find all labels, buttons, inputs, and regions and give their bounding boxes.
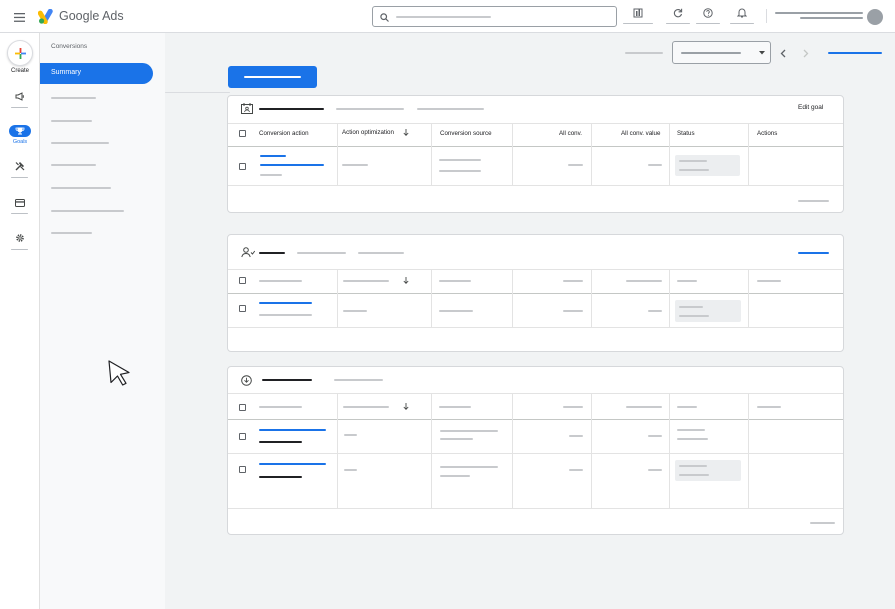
status-badge <box>675 300 741 322</box>
goal-card-purchases: Edit goal Conversion action Action optim… <box>227 95 844 213</box>
chevron-left-icon[interactable] <box>777 47 789 59</box>
avatar-icon[interactable] <box>867 9 883 25</box>
row-checkbox[interactable] <box>239 433 246 440</box>
col-actions[interactable]: Actions <box>757 130 777 137</box>
chevron-right-icon[interactable] <box>800 47 812 59</box>
col-status[interactable]: Status <box>677 130 695 137</box>
conversion-action-link[interactable] <box>259 302 312 304</box>
pagination <box>810 522 835 524</box>
col-conversion-source[interactable]: Conversion source <box>440 130 492 137</box>
chevron-down-icon <box>759 51 765 55</box>
status-badge <box>675 460 741 481</box>
contacts-icon <box>241 247 255 258</box>
select-all-checkbox[interactable] <box>239 130 246 137</box>
nav-item-summary-label: Summary <box>51 69 81 76</box>
pagination <box>798 200 829 202</box>
goal-card-link[interactable] <box>798 252 829 254</box>
search-icon <box>379 12 389 22</box>
conversion-action-link[interactable] <box>259 463 326 465</box>
arrow-down-icon[interactable] <box>403 277 409 284</box>
tools-icon[interactable] <box>13 160 26 172</box>
goal-card-downloads <box>227 366 844 535</box>
mouse-pointer-icon <box>108 360 130 386</box>
plus-icon <box>15 48 26 59</box>
megaphone-icon[interactable] <box>13 91 26 102</box>
arrow-down-icon[interactable] <box>403 403 409 410</box>
search-box[interactable] <box>372 6 617 27</box>
row-checkbox[interactable] <box>239 466 246 473</box>
nav-item[interactable] <box>51 164 96 166</box>
col-all-conv-value[interactable]: All conv. value <box>621 130 660 137</box>
create-label: Create <box>10 68 29 74</box>
reports-icon[interactable] <box>631 6 645 19</box>
create-button[interactable] <box>7 40 33 66</box>
new-conversion-action-button[interactable] <box>228 66 317 88</box>
col-conversion-action[interactable]: Conversion action <box>259 130 309 137</box>
brand-name: Google Ads <box>59 9 124 23</box>
nav-section-label: Conversions <box>51 43 88 50</box>
row-checkbox[interactable] <box>239 305 246 312</box>
goal-card-leads <box>227 234 844 352</box>
nav-item[interactable] <box>51 120 92 122</box>
account-name <box>775 12 863 14</box>
menu-icon[interactable] <box>12 11 26 23</box>
billing-card-icon[interactable] <box>13 197 26 208</box>
toolbar-link[interactable] <box>828 52 882 54</box>
trophy-icon <box>15 127 25 135</box>
arrow-down-icon[interactable] <box>403 129 409 136</box>
refresh-icon[interactable] <box>671 6 685 19</box>
top-bar: Google Ads <box>0 0 895 33</box>
search-placeholder <box>396 16 491 18</box>
goals-nav-item[interactable] <box>9 125 31 137</box>
status-badge <box>675 155 740 176</box>
conversion-action-link[interactable] <box>260 155 286 157</box>
nav-item[interactable] <box>51 232 92 234</box>
goal-category-icon <box>241 103 253 114</box>
help-icon[interactable] <box>701 6 715 19</box>
col-action-optimization[interactable]: Action optimization <box>342 129 394 136</box>
date-range-select[interactable] <box>672 41 771 64</box>
nav-item[interactable] <box>51 187 111 189</box>
google-ads-logo-icon[interactable] <box>37 8 55 24</box>
date-range-label <box>625 52 663 54</box>
divider <box>766 9 767 23</box>
left-rail: Create Goals <box>0 33 40 609</box>
goals-label: Goals <box>12 139 28 145</box>
nav-item-summary[interactable]: Summary <box>40 63 153 84</box>
select-all-checkbox[interactable] <box>239 404 246 411</box>
conversion-action-link[interactable] <box>259 429 326 431</box>
col-all-conv[interactable]: All conv. <box>559 130 582 137</box>
account-id <box>800 17 863 19</box>
row-checkbox[interactable] <box>239 163 246 170</box>
goal-title <box>259 252 285 254</box>
nav-item[interactable] <box>51 142 109 144</box>
side-nav: Conversions Summary <box>40 33 165 609</box>
nav-item[interactable] <box>51 97 96 99</box>
bell-icon[interactable] <box>735 5 749 19</box>
nav-item[interactable] <box>51 210 124 212</box>
goal-title <box>262 379 312 381</box>
edit-goal-link[interactable]: Edit goal <box>798 104 823 111</box>
download-icon <box>241 375 252 386</box>
select-all-checkbox[interactable] <box>239 277 246 284</box>
gear-icon[interactable] <box>13 232 26 244</box>
goal-title <box>259 108 324 110</box>
